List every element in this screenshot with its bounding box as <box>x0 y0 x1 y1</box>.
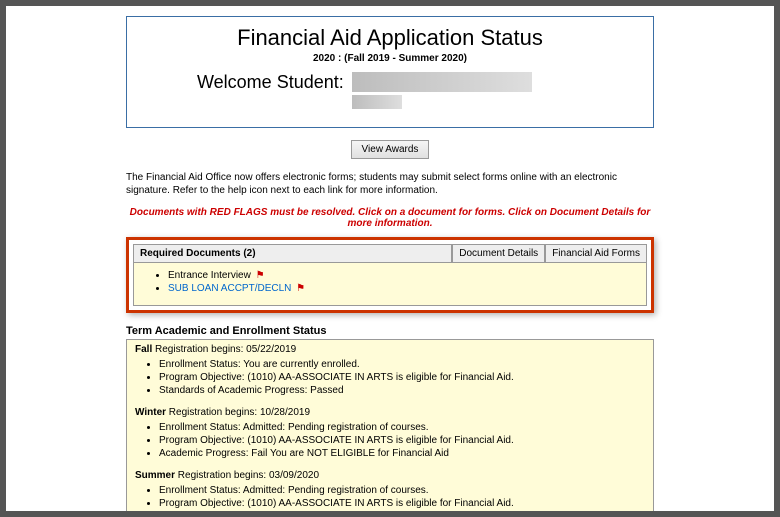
page-title: Financial Aid Application Status <box>137 25 643 51</box>
term-name: Summer <box>135 470 175 481</box>
term-heading: Winter Registration begins: 10/28/2019 <box>135 407 645 418</box>
term-bullet: Program Objective: (1010) AA-ASSOCIATE I… <box>159 434 645 447</box>
view-awards-button[interactable]: View Awards <box>351 140 430 159</box>
financial-aid-forms-link[interactable]: Financial Aid Forms <box>545 244 647 263</box>
required-document-item: SUB LOAN ACCPT/DECLN ⚑ <box>168 282 636 295</box>
app-frame: Financial Aid Application Status 2020 : … <box>0 0 780 517</box>
term-status-title: Term Academic and Enrollment Status <box>126 325 654 337</box>
term-bullet: Enrollment Status: Admitted: Pending reg… <box>159 421 645 434</box>
term-name: Fall <box>135 344 152 355</box>
content-area: Financial Aid Application Status 2020 : … <box>6 6 774 517</box>
required-documents-body: Entrance Interview ⚑SUB LOAN ACCPT/DECLN… <box>133 263 647 306</box>
document-label: Entrance Interview <box>168 270 251 281</box>
term-bullet-list: Enrollment Status: You are currently enr… <box>135 358 645 397</box>
term-bullet-list: Enrollment Status: Admitted: Pending reg… <box>135 421 645 460</box>
welcome-row: Welcome Student: <box>137 72 643 109</box>
term-name: Winter <box>135 407 166 418</box>
term-bullet-list: Enrollment Status: Admitted: Pending reg… <box>135 484 645 517</box>
term-heading: Fall Registration begins: 05/22/2019 <box>135 344 645 355</box>
button-row: View Awards <box>126 140 654 159</box>
required-documents-heading: Required Documents (2) <box>133 244 452 263</box>
term-bullet: Program Objective: (1010) AA-ASSOCIATE I… <box>159 497 645 510</box>
red-flag-icon: ⚑ <box>256 270 265 281</box>
term-bullet: Standards of Academic Progress: Passed <box>159 384 645 397</box>
term-bullet: Academic Progress: Fail You are NOT ELIG… <box>159 447 645 460</box>
term-block: Fall Registration begins: 05/22/2019 Enro… <box>135 344 645 397</box>
welcome-label: Welcome Student: <box>197 72 344 93</box>
term-bullet: Standards of Academic Progress: PENDING-… <box>159 510 645 517</box>
document-details-link[interactable]: Document Details <box>452 244 545 263</box>
document-label[interactable]: SUB LOAN ACCPT/DECLN <box>168 283 291 294</box>
term-bullet: Enrollment Status: You are currently enr… <box>159 358 645 371</box>
red-flag-icon: ⚑ <box>296 283 305 294</box>
redacted-student-name <box>352 72 532 109</box>
term-bullet: Program Objective: (1010) AA-ASSOCIATE I… <box>159 371 645 384</box>
page-subtitle: 2020 : (Fall 2019 - Summer 2020) <box>137 53 643 64</box>
redacted-bar-1 <box>352 72 532 92</box>
term-heading: Summer Registration begins: 03/09/2020 <box>135 470 645 481</box>
red-flag-notice: Documents with RED FLAGS must be resolve… <box>126 207 654 229</box>
intro-text: The Financial Aid Office now offers elec… <box>126 171 654 197</box>
required-document-item: Entrance Interview ⚑ <box>168 269 636 282</box>
term-status-panel: Fall Registration begins: 05/22/2019 Enro… <box>126 339 654 517</box>
required-documents-panel: Required Documents (2) Document Details … <box>126 237 654 313</box>
term-block: Winter Registration begins: 10/28/2019 En… <box>135 407 645 460</box>
required-documents-header: Required Documents (2) Document Details … <box>133 244 647 263</box>
redacted-bar-2 <box>352 95 402 109</box>
term-bullet: Enrollment Status: Admitted: Pending reg… <box>159 484 645 497</box>
term-block: Summer Registration begins: 03/09/2020 En… <box>135 470 645 517</box>
header-panel: Financial Aid Application Status 2020 : … <box>126 16 654 128</box>
